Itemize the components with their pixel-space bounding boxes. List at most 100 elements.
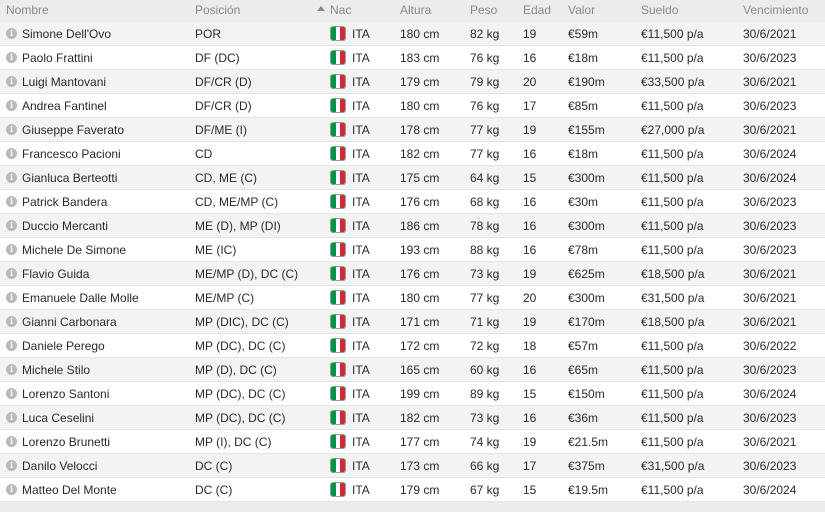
player-name[interactable]: Gianluca Berteotti	[22, 171, 117, 185]
player-contract-expiry: 30/6/2021	[743, 291, 797, 305]
player-name[interactable]: Michele De Simone	[22, 243, 126, 257]
player-name[interactable]: Giuseppe Faverato	[22, 123, 124, 137]
player-name[interactable]: Duccio Mercanti	[22, 219, 108, 233]
player-value: €36m	[568, 411, 599, 425]
player-nationality: ITA	[352, 75, 370, 89]
player-name[interactable]: Gianni Carbonara	[22, 315, 117, 329]
player-height: 180 cm	[400, 27, 440, 41]
column-header-edad[interactable]: Edad	[523, 3, 551, 17]
info-icon[interactable]: i	[6, 316, 17, 327]
info-icon[interactable]: i	[6, 268, 17, 279]
player-nationality: ITA	[352, 387, 370, 401]
player-contract-expiry: 30/6/2023	[743, 99, 797, 113]
column-header-valor[interactable]: Valor	[568, 3, 595, 17]
table-row[interactable]: i Michele De Simone ME (IC) ITA 193 cm 8…	[0, 238, 825, 262]
player-name[interactable]: Patrick Bandera	[22, 195, 107, 209]
info-icon[interactable]: i	[6, 292, 17, 303]
info-icon[interactable]: i	[6, 364, 17, 375]
flag-stripe-red	[340, 267, 345, 280]
player-weight: 76 kg	[470, 51, 500, 65]
table-row[interactable]: i Simone Dell'Ovo POR ITA 180 cm 82 kg 1…	[0, 22, 825, 46]
table-row[interactable]: i Daniele Perego MP (DC), DC (C) ITA 172…	[0, 334, 825, 358]
table-row[interactable]: i Flavio Guida ME/MP (D), DC (C) ITA 176…	[0, 262, 825, 286]
italy-flag-icon	[330, 458, 346, 473]
player-name[interactable]: Luigi Mantovani	[22, 75, 106, 89]
player-height: 173 cm	[400, 459, 440, 473]
flag-stripe-red	[340, 147, 345, 160]
info-icon[interactable]: i	[6, 76, 17, 87]
player-name[interactable]: Francesco Pacioni	[22, 147, 121, 161]
flag-stripe-red	[340, 219, 345, 232]
table-row[interactable]: i Giuseppe Faverato DF/ME (I) ITA 178 cm…	[0, 118, 825, 142]
player-value: €190m	[568, 75, 605, 89]
column-header-nombre[interactable]: Nombre	[6, 3, 49, 17]
player-name[interactable]: Michele Stilo	[22, 363, 90, 377]
info-icon[interactable]: i	[6, 460, 17, 471]
table-row[interactable]: i Lorenzo Santoni MP (DC), DC (C) ITA 19…	[0, 382, 825, 406]
sort-ascending-icon[interactable]	[317, 6, 325, 11]
info-icon[interactable]: i	[6, 172, 17, 183]
info-icon[interactable]: i	[6, 340, 17, 351]
column-header-peso[interactable]: Peso	[470, 3, 497, 17]
info-icon[interactable]: i	[6, 148, 17, 159]
flag-stripe-red	[340, 171, 345, 184]
table-row[interactable]: i Michele Stilo MP (D), DC (C) ITA 165 c…	[0, 358, 825, 382]
flag-stripe-red	[340, 363, 345, 376]
info-icon[interactable]: i	[6, 124, 17, 135]
player-name[interactable]: Andrea Fantinel	[22, 99, 107, 113]
info-icon[interactable]: i	[6, 244, 17, 255]
table-row[interactable]: i Lorenzo Brunetti MP (I), DC (C) ITA 17…	[0, 430, 825, 454]
info-icon[interactable]: i	[6, 196, 17, 207]
info-icon[interactable]: i	[6, 220, 17, 231]
player-value: €85m	[568, 99, 599, 113]
table-row[interactable]: i Francesco Pacioni CD ITA 182 cm 77 kg …	[0, 142, 825, 166]
info-icon[interactable]: i	[6, 436, 17, 447]
table-row[interactable]: i Patrick Bandera CD, ME/MP (C) ITA 176 …	[0, 190, 825, 214]
table-row[interactable]: i Duccio Mercanti ME (D), MP (DI) ITA 18…	[0, 214, 825, 238]
table-row[interactable]: i Danilo Velocci DC (C) ITA 173 cm 66 kg…	[0, 454, 825, 478]
flag-stripe-red	[340, 195, 345, 208]
column-header-posicion[interactable]: Posición	[195, 3, 240, 17]
player-name[interactable]: Paolo Frattini	[22, 51, 93, 65]
player-age: 15	[523, 387, 537, 401]
info-icon[interactable]: i	[6, 28, 17, 39]
player-name[interactable]: Emanuele Dalle Molle	[22, 291, 139, 305]
player-wage: €11,500 p/a	[641, 435, 704, 449]
player-value: €170m	[568, 315, 605, 329]
table-row[interactable]: i Gianni Carbonara MP (DIC), DC (C) ITA …	[0, 310, 825, 334]
table-row[interactable]: i Paolo Frattini DF (DC) ITA 183 cm 76 k…	[0, 46, 825, 70]
info-icon[interactable]: i	[6, 52, 17, 63]
column-header-sueldo[interactable]: Sueldo	[641, 3, 678, 17]
player-name[interactable]: Luca Ceselini	[22, 411, 94, 425]
player-value: €30m	[568, 195, 599, 209]
table-row[interactable]: i Andrea Fantinel DF/CR (D) ITA 180 cm 7…	[0, 94, 825, 118]
table-row[interactable]: i Luigi Mantovani DF/CR (D) ITA 179 cm 7…	[0, 70, 825, 94]
player-value: €375m	[568, 459, 605, 473]
player-name[interactable]: Simone Dell'Ovo	[22, 27, 111, 41]
column-header-nac[interactable]: Nac	[330, 3, 351, 17]
player-name[interactable]: Matteo Del Monte	[22, 483, 117, 497]
info-icon[interactable]: i	[6, 412, 17, 423]
player-weight: 82 kg	[470, 27, 500, 41]
player-weight: 60 kg	[470, 363, 500, 377]
player-name[interactable]: Lorenzo Brunetti	[22, 435, 110, 449]
player-name[interactable]: Danilo Velocci	[22, 459, 97, 473]
italy-flag-icon	[330, 74, 346, 89]
column-header-altura[interactable]: Altura	[400, 3, 431, 17]
player-name[interactable]: Daniele Perego	[22, 339, 105, 353]
player-nationality: ITA	[352, 27, 370, 41]
player-height: 193 cm	[400, 243, 440, 257]
player-age: 16	[523, 411, 537, 425]
player-nationality: ITA	[352, 219, 370, 233]
table-row[interactable]: i Emanuele Dalle Molle ME/MP (C) ITA 180…	[0, 286, 825, 310]
info-icon[interactable]: i	[6, 388, 17, 399]
player-wage: €31,500 p/a	[641, 291, 705, 305]
table-row[interactable]: i Matteo Del Monte DC (C) ITA 179 cm 67 …	[0, 478, 825, 502]
table-row[interactable]: i Luca Ceselini MP (DC), DC (C) ITA 182 …	[0, 406, 825, 430]
column-header-vencimiento[interactable]: Vencimiento	[743, 3, 808, 17]
info-icon[interactable]: i	[6, 100, 17, 111]
player-name[interactable]: Lorenzo Santoni	[22, 387, 109, 401]
table-row[interactable]: i Gianluca Berteotti CD, ME (C) ITA 175 …	[0, 166, 825, 190]
player-name[interactable]: Flavio Guida	[22, 267, 89, 281]
info-icon[interactable]: i	[6, 484, 17, 495]
